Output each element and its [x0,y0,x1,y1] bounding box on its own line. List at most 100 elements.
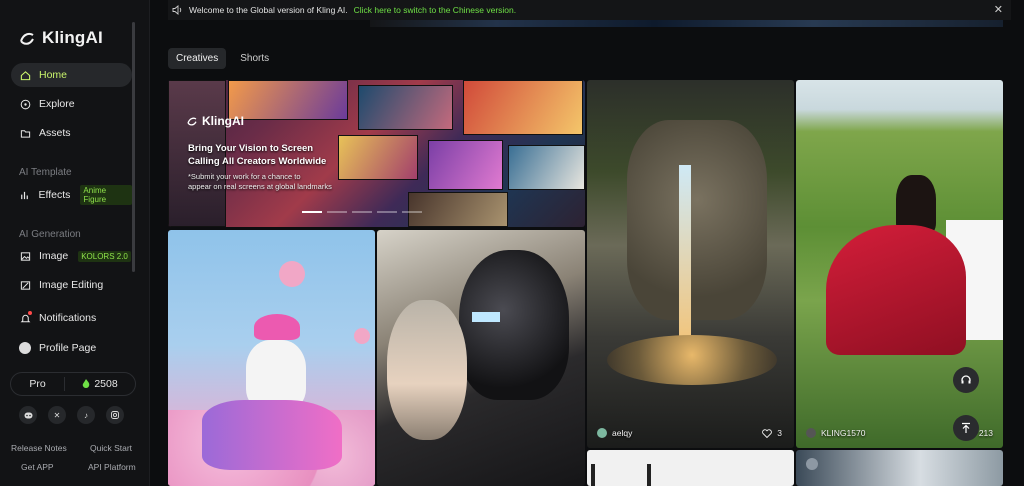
brand-logo[interactable]: KlingAI [18,28,103,48]
woman-portrait [387,300,467,440]
nav-effects[interactable]: Effects Anime Figure [11,183,132,207]
poster-glyph [591,464,651,486]
compass-icon [19,98,31,110]
hero-screen-panel [338,135,418,180]
quick-start-link[interactable]: Quick Start [90,443,132,453]
hero-logo: KlingAI [186,114,244,128]
hero-subtitle-line: appear on real screens at global landmar… [188,182,332,191]
x-twitter-icon[interactable]: ✕ [48,406,66,424]
poster-letters [591,464,651,486]
sneaker [202,400,342,470]
knit-hat [254,314,300,340]
rock-formation [627,120,767,320]
close-icon[interactable]: ✕ [994,3,1003,16]
support-headset-icon[interactable] [953,367,979,393]
robot-visor [472,312,500,322]
card-author[interactable]: aelqy [597,428,632,438]
banner-text: Welcome to the Global version of Kling A… [189,5,348,15]
gallery-card-portrait[interactable] [796,450,1003,486]
gallery-card-fountain[interactable]: aelqy 3 [587,80,794,448]
plan-tier: Pro [11,377,65,391]
nav-assets[interactable]: Assets [11,121,132,145]
hero-title-line: Bring Your Vision to Screen [188,143,314,154]
carousel-dot[interactable] [327,211,347,213]
carousel-dot[interactable] [302,211,322,213]
tab-shorts[interactable]: Shorts [232,48,277,69]
likes-count: 3 [777,428,782,438]
image-badge: KOLORS 2.0 [78,250,131,262]
hero-screen-panel [408,192,508,227]
pink-balloon [279,261,305,287]
likes-count: 213 [978,428,993,438]
card-author[interactable]: KLING1570 [806,428,865,438]
instagram-icon[interactable] [106,406,124,424]
nav-image-label: Image [39,250,69,262]
nav-explore[interactable]: Explore [11,92,132,116]
effects-badge: Anime Figure [80,185,132,205]
carousel-dot[interactable] [352,211,372,213]
speaker-icon [172,5,182,15]
author-name: KLING1570 [821,428,866,438]
hero-subtitle: *Submit your work for a chance to appear… [188,172,332,192]
kling-logo-icon [20,32,34,45]
image-icon [19,250,31,262]
gallery-card-piano-field[interactable]: KLING1570 213 [796,80,1003,448]
nav-assets-label: Assets [39,127,71,139]
hero-logo-text: KlingAI [202,114,244,128]
api-platform-link[interactable]: API Platform [88,462,136,472]
carousel-dot[interactable] [377,211,397,213]
tiktok-icon[interactable]: ♪ [77,406,95,424]
carousel-indicator [302,211,422,213]
hero-title-line: Calling All Creators Worldwide [188,156,327,167]
brand-name: KlingAI [42,28,103,47]
release-notes-link[interactable]: Release Notes [11,443,67,453]
carousel-dot[interactable] [402,211,422,213]
kling-logo-icon [187,117,197,126]
waterfall [679,165,691,345]
announcement-banner: Welcome to the Global version of Kling A… [168,0,1011,20]
scroll-to-top-icon[interactable] [953,415,979,441]
home-icon [19,69,31,81]
get-app-link[interactable]: Get APP [21,462,54,472]
nav-notifications-label: Notifications [39,312,97,324]
image-edit-icon [19,279,31,291]
plan-credits-box[interactable]: Pro 2508 [10,372,136,396]
section-ai-generation: AI Generation [19,229,81,240]
card-likes[interactable]: 3 [762,428,782,438]
hero-title: Bring Your Vision to Screen Calling All … [188,142,326,168]
tab-creatives[interactable]: Creatives [168,48,227,69]
stone-basin [607,335,777,385]
sidebar-scrollbar[interactable] [132,22,135,272]
top-image-strip [370,20,1003,27]
switch-version-link[interactable]: Click here to switch to the Chinese vers… [354,5,517,15]
gallery-card-duck-sneaker[interactable] [168,230,375,486]
gallery-card-text-poster[interactable] [587,450,794,486]
bell-icon [19,311,32,324]
hero-screen-panel [463,80,583,135]
red-dress [826,225,966,355]
hero-screen-panel [508,145,585,190]
flame-icon [83,379,90,388]
nav-profile[interactable]: Profile Page [11,336,132,360]
credits-value: 2508 [94,378,118,390]
nav-home[interactable]: Home [11,63,132,87]
nav-image[interactable]: Image KOLORS 2.0 [11,244,132,268]
hero-screen-panel [228,80,348,120]
author-avatar [806,428,816,438]
nav-notifications[interactable]: Notifications [11,306,132,330]
folder-icon [19,127,31,139]
avatar [19,342,31,354]
discord-icon[interactable] [19,406,37,424]
credits: 2508 [65,378,135,390]
author-avatar [597,428,607,438]
gallery-card-robot-couple[interactable] [377,230,585,486]
notification-dot [28,311,32,315]
card-likes[interactable]: 213 [979,428,993,438]
author-name: aelqy [612,428,633,438]
heart-icon [762,428,773,438]
nav-image-editing-label: Image Editing [39,279,104,291]
hero-subtitle-line: *Submit your work for a chance to [188,172,301,181]
hero-banner[interactable]: KlingAI Bring Your Vision to Screen Call… [168,80,585,227]
nav-image-editing[interactable]: Image Editing [11,273,132,297]
hero-screen-panel [428,140,503,190]
